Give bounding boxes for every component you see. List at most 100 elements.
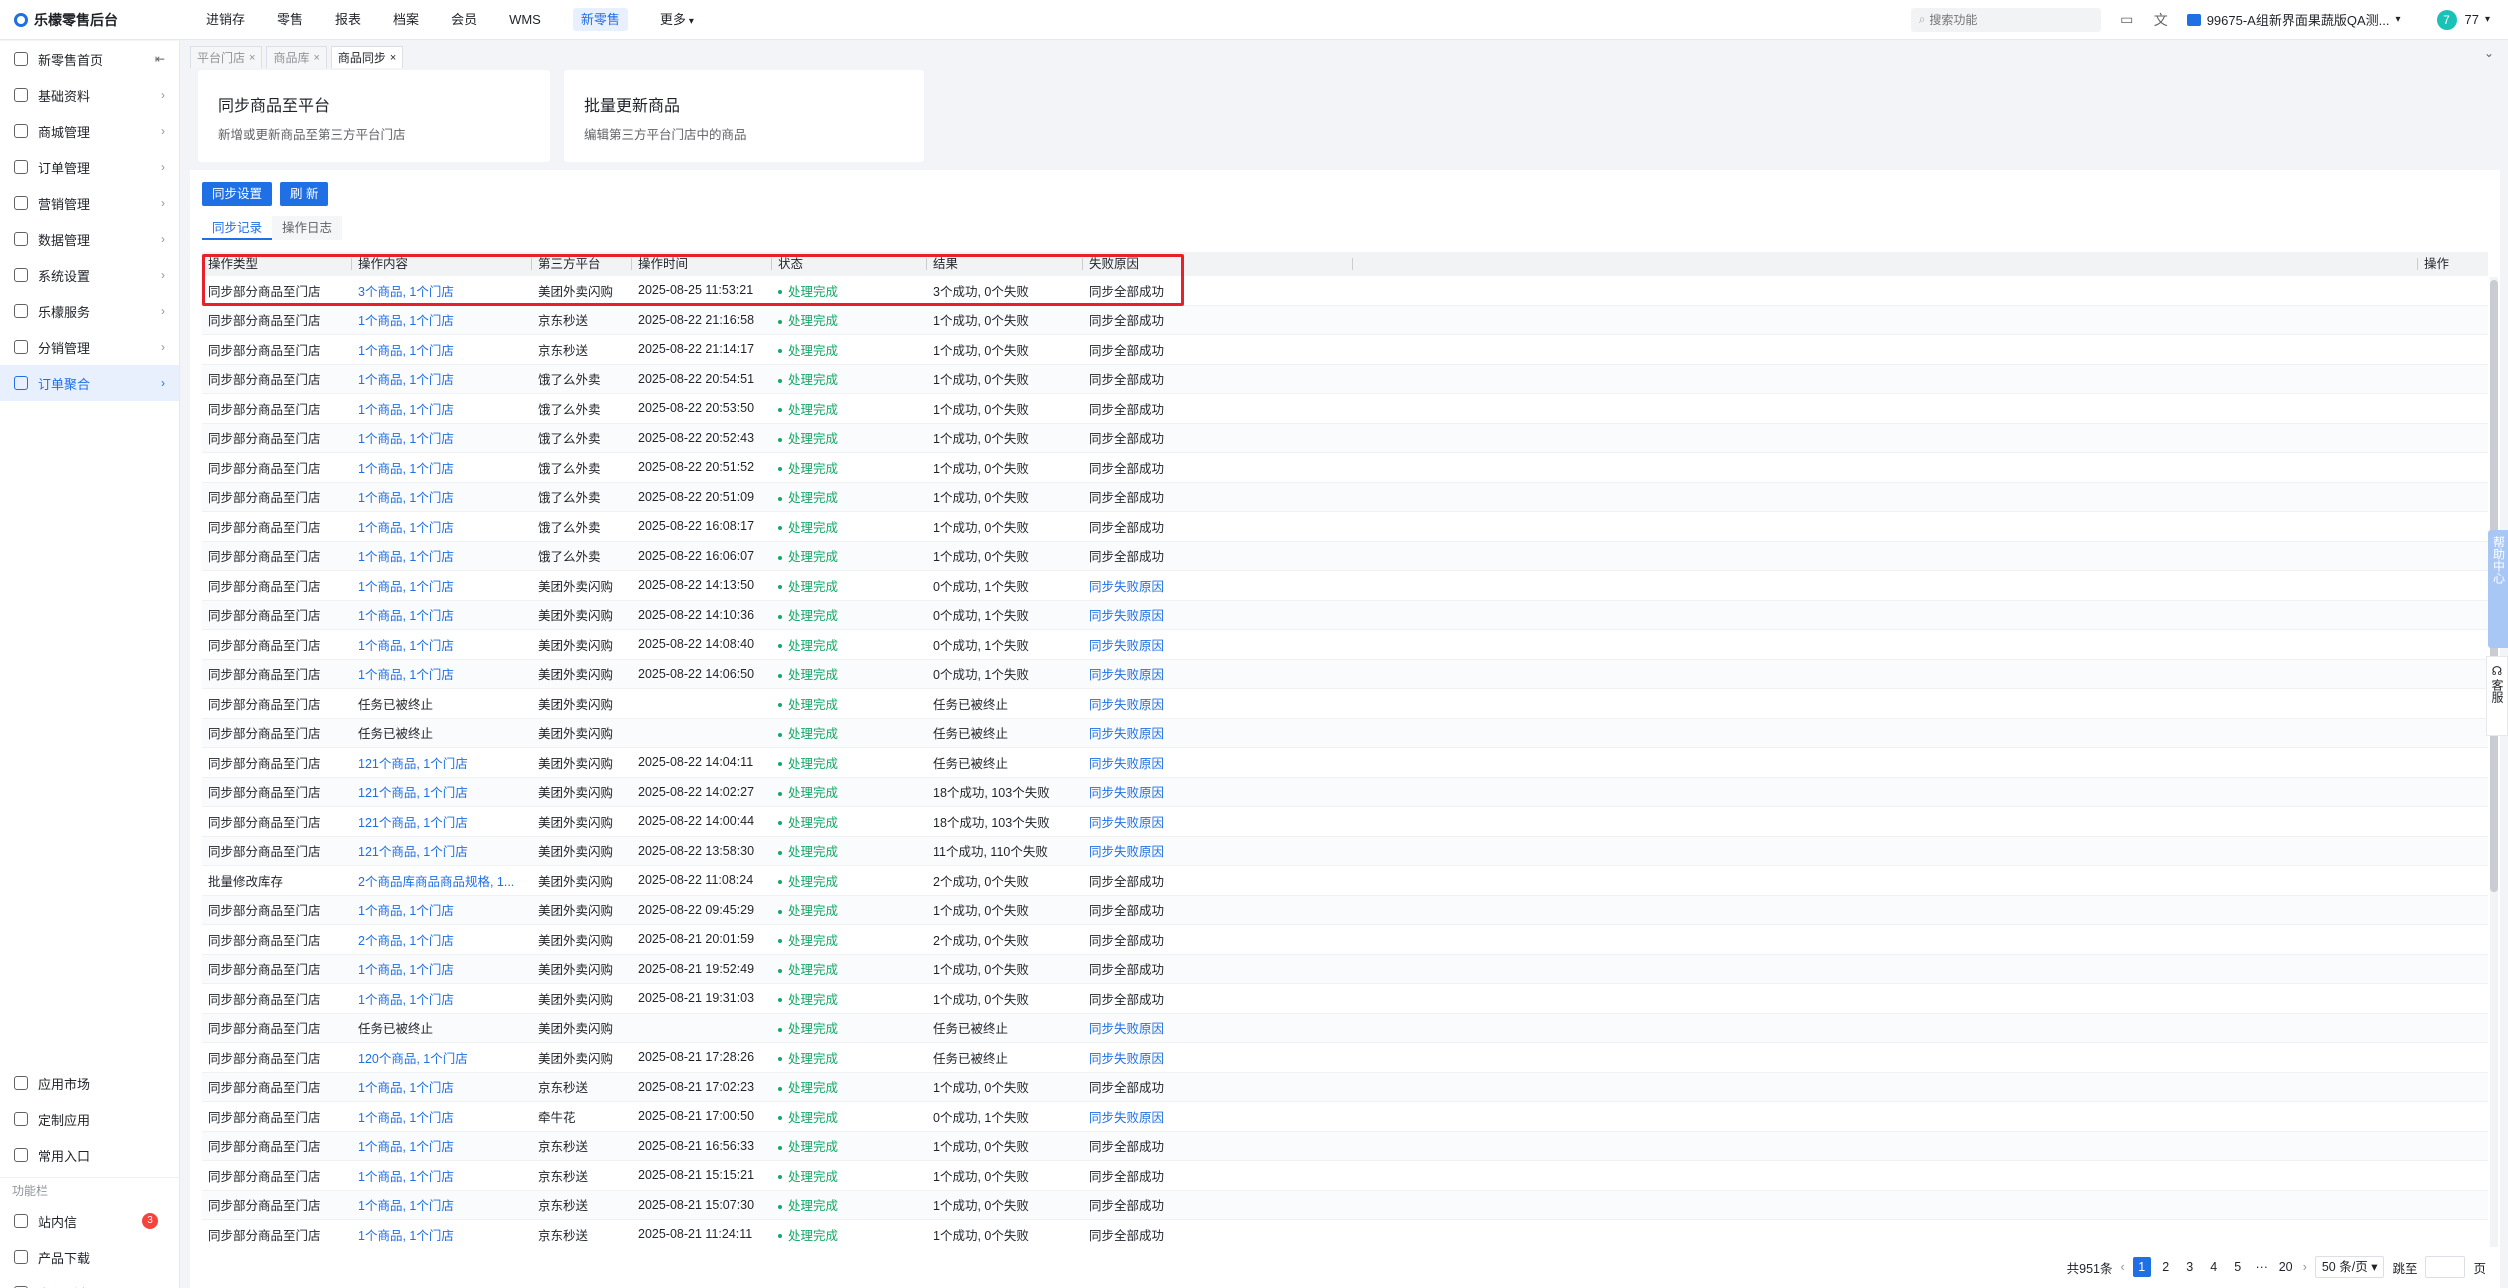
table-cell[interactable]: 1个商品, 1个门店 (352, 310, 532, 329)
table-row[interactable]: 同步部分商品至门店 1个商品, 1个门店 京东秒送 2025-08-21 16:56:… (202, 1131, 2488, 1161)
table-row[interactable]: 同步部分商品至门店 1个商品, 1个门店 饿了么外卖 2025-08-22 20:53… (202, 394, 2488, 424)
sidebar-item[interactable]: 订单管理 › (0, 149, 179, 185)
card-batch-update[interactable]: 批量更新商品 编辑第三方平台门店中的商品 (564, 70, 924, 162)
table-row[interactable]: 同步部分商品至门店 1个商品, 1个门店 京东秒送 2025-08-21 15:15:… (202, 1161, 2488, 1191)
table-cell[interactable]: 同步失败原因 (1083, 841, 1353, 860)
table-cell[interactable]: 同步失败原因 (1083, 1048, 1353, 1067)
table-row[interactable]: 同步部分商品至门店 1个商品, 1个门店 京东秒送 2025-08-21 17:02:… (202, 1072, 2488, 1102)
sidebar-item[interactable]: 系统设置 › (0, 257, 179, 293)
table-cell[interactable]: 1个商品, 1个门店 (352, 1077, 532, 1096)
table-cell[interactable]: 120个商品, 1个门店 (352, 1048, 532, 1067)
table-row[interactable]: 同步部分商品至门店 1个商品, 1个门店 美团外卖闪购 2025-08-22 14:1… (202, 571, 2488, 601)
table-cell[interactable]: 1个商品, 1个门店 (352, 399, 532, 418)
prev-page-icon[interactable]: ‹ (2121, 1260, 2125, 1274)
table-cell[interactable]: 同步失败原因 (1083, 753, 1353, 772)
collapse-sidebar-icon[interactable]: ⇤ (155, 52, 165, 66)
table-row[interactable]: 同步部分商品至门店 1个商品, 1个门店 饿了么外卖 2025-08-22 16:06… (202, 541, 2488, 571)
page-number[interactable]: 5 (2229, 1257, 2247, 1277)
table-row[interactable]: 同步部分商品至门店 1个商品, 1个门店 美团外卖闪购 2025-08-22 14:0… (202, 659, 2488, 689)
table-row[interactable]: 同步部分商品至门店 任务已被终止 美团外卖闪购 处理完成 任务已被终止 同步失败原因 (202, 718, 2488, 748)
table-cell[interactable]: 2个商品库商品商品规格, 1... (352, 871, 532, 890)
table-row[interactable]: 同步部分商品至门店 1个商品, 1个门店 饿了么外卖 2025-08-22 20:51… (202, 482, 2488, 512)
table-row[interactable]: 同步部分商品至门店 任务已被终止 美团外卖闪购 处理完成 任务已被终止 同步失败原因 (202, 689, 2488, 719)
customer-service-button[interactable]: ☊ 客服 (2486, 656, 2508, 736)
table-cell[interactable]: 1个商品, 1个门店 (352, 1195, 532, 1214)
page-number[interactable]: 20 (2277, 1257, 2295, 1277)
table-cell[interactable]: 同步失败原因 (1083, 694, 1353, 713)
top-nav-item[interactable]: 新零售 (557, 0, 644, 40)
page-number[interactable]: 3 (2181, 1257, 2199, 1277)
table-row[interactable]: 同步部分商品至门店 1个商品, 1个门店 京东秒送 2025-08-22 21:14:… (202, 335, 2488, 365)
table-row[interactable]: 同步部分商品至门店 120个商品, 1个门店 美团外卖闪购 2025-08-21 17… (202, 1043, 2488, 1073)
table-row[interactable]: 同步部分商品至门店 2个商品, 1个门店 美团外卖闪购 2025-08-21 20:0… (202, 925, 2488, 955)
top-nav-item[interactable]: 会员 (435, 0, 493, 40)
close-icon[interactable]: × (313, 47, 319, 69)
top-nav-item[interactable]: 档案 (377, 0, 435, 40)
page-tab[interactable]: 商品同步 × (330, 46, 404, 69)
close-icon[interactable]: × (390, 47, 396, 69)
sidebar-item[interactable]: 基础资料 › (0, 77, 179, 113)
table-row[interactable]: 同步部分商品至门店 1个商品, 1个门店 美团外卖闪购 2025-08-22 14:0… (202, 630, 2488, 660)
table-cell[interactable]: 同步失败原因 (1083, 635, 1353, 654)
top-nav-item[interactable]: WMS (493, 0, 557, 40)
table-cell[interactable]: 1个商品, 1个门店 (352, 605, 532, 624)
close-icon[interactable]: × (249, 47, 255, 69)
table-cell[interactable]: 1个商品, 1个门店 (352, 1225, 532, 1244)
table-row[interactable]: 同步部分商品至门店 1个商品, 1个门店 京东秒送 2025-08-21 11:24:… (202, 1220, 2488, 1246)
sidebar-item[interactable]: 数据管理 › (0, 221, 179, 257)
top-nav-item[interactable]: 报表 (319, 0, 377, 40)
jump-page-input[interactable] (2425, 1256, 2466, 1278)
table-row[interactable]: 同步部分商品至门店 1个商品, 1个门店 美团外卖闪购 2025-08-21 19:3… (202, 984, 2488, 1014)
sidebar-bottom-item[interactable]: 应用市场 (0, 1065, 180, 1101)
top-nav-item[interactable]: 进销存 (190, 0, 261, 40)
sidebar-item[interactable]: 订单聚合 › (0, 365, 179, 401)
table-cell[interactable]: 1个商品, 1个门店 (352, 517, 532, 536)
card-sync-to-platform[interactable]: 同步商品至平台 新增或更新商品至第三方平台门店 (198, 70, 550, 162)
sync-settings-button[interactable]: 同步设置 (202, 182, 273, 206)
search-box[interactable]: ⌕ (1910, 7, 2101, 32)
table-row[interactable]: 同步部分商品至门店 1个商品, 1个门店 饿了么外卖 2025-08-22 20:52… (202, 423, 2488, 453)
table-row[interactable]: 同步部分商品至门店 1个商品, 1个门店 美团外卖闪购 2025-08-21 19:5… (202, 954, 2488, 984)
table-cell[interactable]: 1个商品, 1个门店 (352, 989, 532, 1008)
table-cell[interactable]: 1个商品, 1个门店 (352, 487, 532, 506)
table-row[interactable]: 同步部分商品至门店 1个商品, 1个门店 美团外卖闪购 2025-08-22 14:1… (202, 600, 2488, 630)
page-number[interactable]: 4 (2205, 1257, 2223, 1277)
table-cell[interactable]: 121个商品, 1个门店 (352, 753, 532, 772)
table-row[interactable]: 同步部分商品至门店 1个商品, 1个门店 饿了么外卖 2025-08-22 20:54… (202, 364, 2488, 394)
search-input[interactable] (1929, 12, 2080, 27)
table-row[interactable]: 同步部分商品至门店 任务已被终止 美团外卖闪购 处理完成 任务已被终止 同步失败原因 (202, 1013, 2488, 1043)
table-row[interactable]: 同步部分商品至门店 1个商品, 1个门店 美团外卖闪购 2025-08-22 09:4… (202, 895, 2488, 925)
table-cell[interactable]: 1个商品, 1个门店 (352, 664, 532, 683)
table-cell[interactable]: 1个商品, 1个门店 (352, 900, 532, 919)
sidebar-bottom-item[interactable]: 定制应用 (0, 1101, 180, 1137)
table-row[interactable]: 同步部分商品至门店 1个商品, 1个门店 牵牛花 2025-08-21 17:00:5… (202, 1102, 2488, 1132)
table-cell[interactable]: 1个商品, 1个门店 (352, 635, 532, 654)
page-tab[interactable]: 商品库 × (266, 46, 327, 69)
page-number[interactable]: 1 (2132, 1257, 2151, 1277)
sidebar-item[interactable]: 营销管理 › (0, 185, 179, 221)
chevron-down-icon[interactable]: ▾ (2485, 14, 2490, 25)
table-cell[interactable]: 1个商品, 1个门店 (352, 1166, 532, 1185)
subtab-item[interactable]: 操作日志 (272, 216, 343, 240)
sidebar-item[interactable]: 商城管理 › (0, 113, 179, 149)
app-logo[interactable]: 乐檬零售后台 (0, 10, 190, 30)
table-cell[interactable]: 同步失败原因 (1083, 664, 1353, 683)
table-cell[interactable]: 2个商品, 1个门店 (352, 930, 532, 949)
next-page-icon[interactable]: › (2303, 1260, 2307, 1274)
table-cell[interactable]: 1个商品, 1个门店 (352, 428, 532, 447)
sidebar-item[interactable]: 乐檬服务 › (0, 293, 179, 329)
table-cell[interactable]: 1个商品, 1个门店 (352, 340, 532, 359)
table-row[interactable]: 同步部分商品至门店 121个商品, 1个门店 美团外卖闪购 2025-08-22 14… (202, 748, 2488, 778)
table-cell[interactable]: 同步失败原因 (1083, 1107, 1353, 1126)
table-row[interactable]: 同步部分商品至门店 121个商品, 1个门店 美团外卖闪购 2025-08-22 14… (202, 807, 2488, 837)
avatar[interactable]: 7 (2436, 9, 2457, 30)
table-cell[interactable]: 同步失败原因 (1083, 723, 1353, 742)
table-cell[interactable]: 121个商品, 1个门店 (352, 812, 532, 831)
table-row[interactable]: 同步部分商品至门店 121个商品, 1个门店 美团外卖闪购 2025-08-22 13… (202, 836, 2488, 866)
table-row[interactable]: 同步部分商品至门店 3个商品, 1个门店 美团外卖闪购 2025-08-25 11:5… (202, 276, 2488, 306)
tabs-menu-chevron-icon[interactable]: ⌄ (2484, 46, 2494, 60)
sidebar-item[interactable]: 新零售首页 ⇤ (0, 41, 179, 77)
page-tab[interactable]: 平台门店 × (190, 46, 263, 69)
table-row[interactable]: 批量修改库存 2个商品库商品商品规格, 1... 美团外卖闪购 2025-08-22 … (202, 866, 2488, 896)
help-center-button[interactable]: 帮助中心 (2488, 530, 2508, 648)
